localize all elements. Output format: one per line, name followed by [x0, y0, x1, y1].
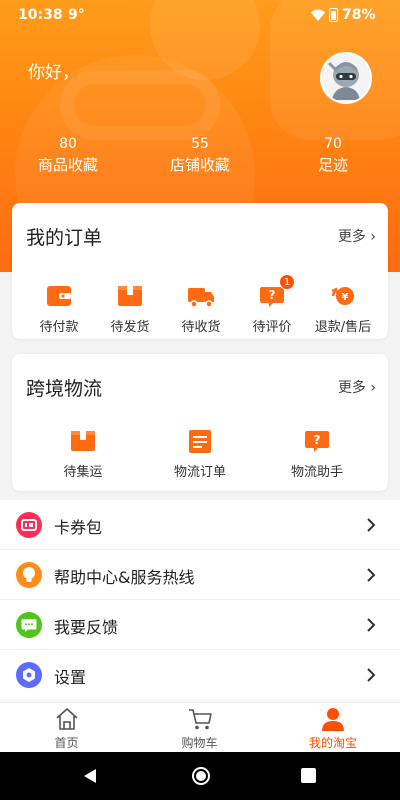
svg-text:¥: ¥: [342, 292, 349, 303]
settings-icon: [16, 662, 42, 688]
order-item-label: 退款/售后: [314, 320, 372, 335]
list-icon: [185, 427, 215, 455]
wifi-icon: [311, 9, 325, 25]
orders-title: 我的订单: [26, 227, 103, 249]
chevron-right-icon: ›: [365, 229, 376, 245]
tab-label: 首页: [54, 736, 79, 750]
tab-my-taobao[interactable]: 我的淘宝: [266, 703, 400, 753]
order-item-pending-payment[interactable]: 待付款: [24, 282, 94, 335]
stat-value: 80: [59, 136, 77, 152]
orders-more-link[interactable]: 更多 ›: [338, 226, 376, 246]
tab-home[interactable]: 首页: [0, 703, 133, 753]
help-icon: ?: [302, 427, 332, 455]
menu-item-label: 我要反馈: [54, 618, 119, 637]
logistics-item-label: 物流订单: [173, 465, 226, 480]
stat-value: 55: [191, 136, 209, 152]
header-decoration: [60, 70, 220, 140]
menu-item-label: 卡券包: [54, 518, 103, 537]
tab-label: 我的淘宝: [308, 736, 357, 750]
more-label: 更多: [337, 229, 366, 245]
status-bar: 10:38 9° 78%: [0, 0, 400, 30]
chevron-right-icon: [366, 617, 376, 637]
order-item-pending-shipment[interactable]: 待发货: [95, 282, 165, 335]
order-item-pending-review[interactable]: ? 1 待评价: [237, 274, 307, 335]
chevron-right-icon: [366, 567, 376, 587]
box-icon: [68, 427, 98, 455]
status-temperature: 9°: [68, 7, 85, 23]
order-item-label: 待收货: [181, 320, 221, 335]
stat-footprints[interactable]: 70 足迹: [315, 136, 351, 175]
more-label: 更多: [337, 380, 366, 396]
user-icon: [320, 706, 346, 732]
package-icon: [115, 282, 145, 310]
logistics-item-pending-consolidation[interactable]: 待集运: [48, 427, 118, 480]
review-icon: ? 1: [257, 274, 295, 310]
truck-icon: [186, 282, 216, 310]
review-count-badge: 1: [279, 274, 295, 290]
svg-text:?: ?: [269, 288, 276, 302]
battery-icon: [329, 8, 338, 22]
refund-icon: ¥: [328, 282, 358, 310]
logistics-card: 跨境物流 更多 › 待集运 物流订单 ? 物流助手: [12, 354, 388, 491]
chevron-right-icon: [366, 667, 376, 687]
stat-label: 商品收藏: [37, 156, 98, 174]
recent-apps-icon[interactable]: [301, 768, 316, 783]
bottom-tab-bar: 首页 购物车 我的淘宝: [0, 702, 400, 752]
settings-menu: 卡券包 帮助中心&服务热线 我要反馈 设置: [0, 500, 400, 700]
back-icon[interactable]: [82, 768, 98, 788]
menu-item-coupons[interactable]: 卡券包: [0, 500, 400, 550]
stat-label: 店铺收藏: [169, 156, 230, 174]
stat-value: 70: [324, 136, 342, 152]
stat-shop-favorites[interactable]: 55 店铺收藏: [169, 136, 231, 175]
system-nav-bar: [0, 752, 400, 800]
status-time: 10:38: [18, 7, 63, 23]
order-item-label: 待评价: [252, 320, 292, 335]
stat-label: 足迹: [317, 156, 348, 174]
logistics-item-label: 物流助手: [290, 465, 343, 480]
menu-item-label: 设置: [54, 668, 87, 687]
menu-item-help-center[interactable]: 帮助中心&服务热线: [0, 550, 400, 600]
logistics-item-label: 待集运: [63, 465, 103, 480]
svg-text:?: ?: [314, 433, 321, 447]
menu-item-label: 帮助中心&服务热线: [54, 568, 195, 587]
feedback-icon: [16, 612, 42, 638]
coupon-icon: [16, 512, 42, 538]
lightbulb-icon: [16, 562, 42, 588]
avatar[interactable]: [320, 52, 372, 104]
chevron-right-icon: [366, 517, 376, 537]
menu-item-feedback[interactable]: 我要反馈: [0, 600, 400, 650]
greeting-text: 你好，: [28, 63, 79, 83]
logistics-item-assistant[interactable]: ? 物流助手: [282, 427, 352, 480]
home-button-icon[interactable]: [192, 767, 210, 785]
logistics-item-orders[interactable]: 物流订单: [165, 427, 235, 480]
tab-cart[interactable]: 购物车: [133, 703, 266, 753]
logistics-more-link[interactable]: 更多 ›: [338, 377, 376, 397]
stat-product-favorites[interactable]: 80 商品收藏: [37, 136, 99, 175]
home-icon: [54, 706, 80, 732]
logistics-title: 跨境物流: [26, 378, 103, 400]
order-item-label: 待付款: [39, 320, 79, 335]
tab-label: 购物车: [181, 736, 218, 750]
status-battery: 78%: [342, 7, 376, 23]
chevron-right-icon: ›: [365, 380, 376, 396]
order-item-pending-receipt[interactable]: 待收货: [166, 282, 236, 335]
wallet-icon: [44, 282, 74, 310]
menu-item-settings[interactable]: 设置: [0, 650, 400, 700]
order-item-refund[interactable]: ¥ 退款/售后: [308, 282, 378, 335]
order-item-label: 待发货: [110, 320, 150, 335]
orders-card: 我的订单 更多 › 待付款 待发货 待收货 ? 1 待评价 ¥ 退款/售后: [12, 203, 388, 339]
cart-icon: [187, 706, 213, 732]
avatar-icon: [322, 54, 370, 102]
